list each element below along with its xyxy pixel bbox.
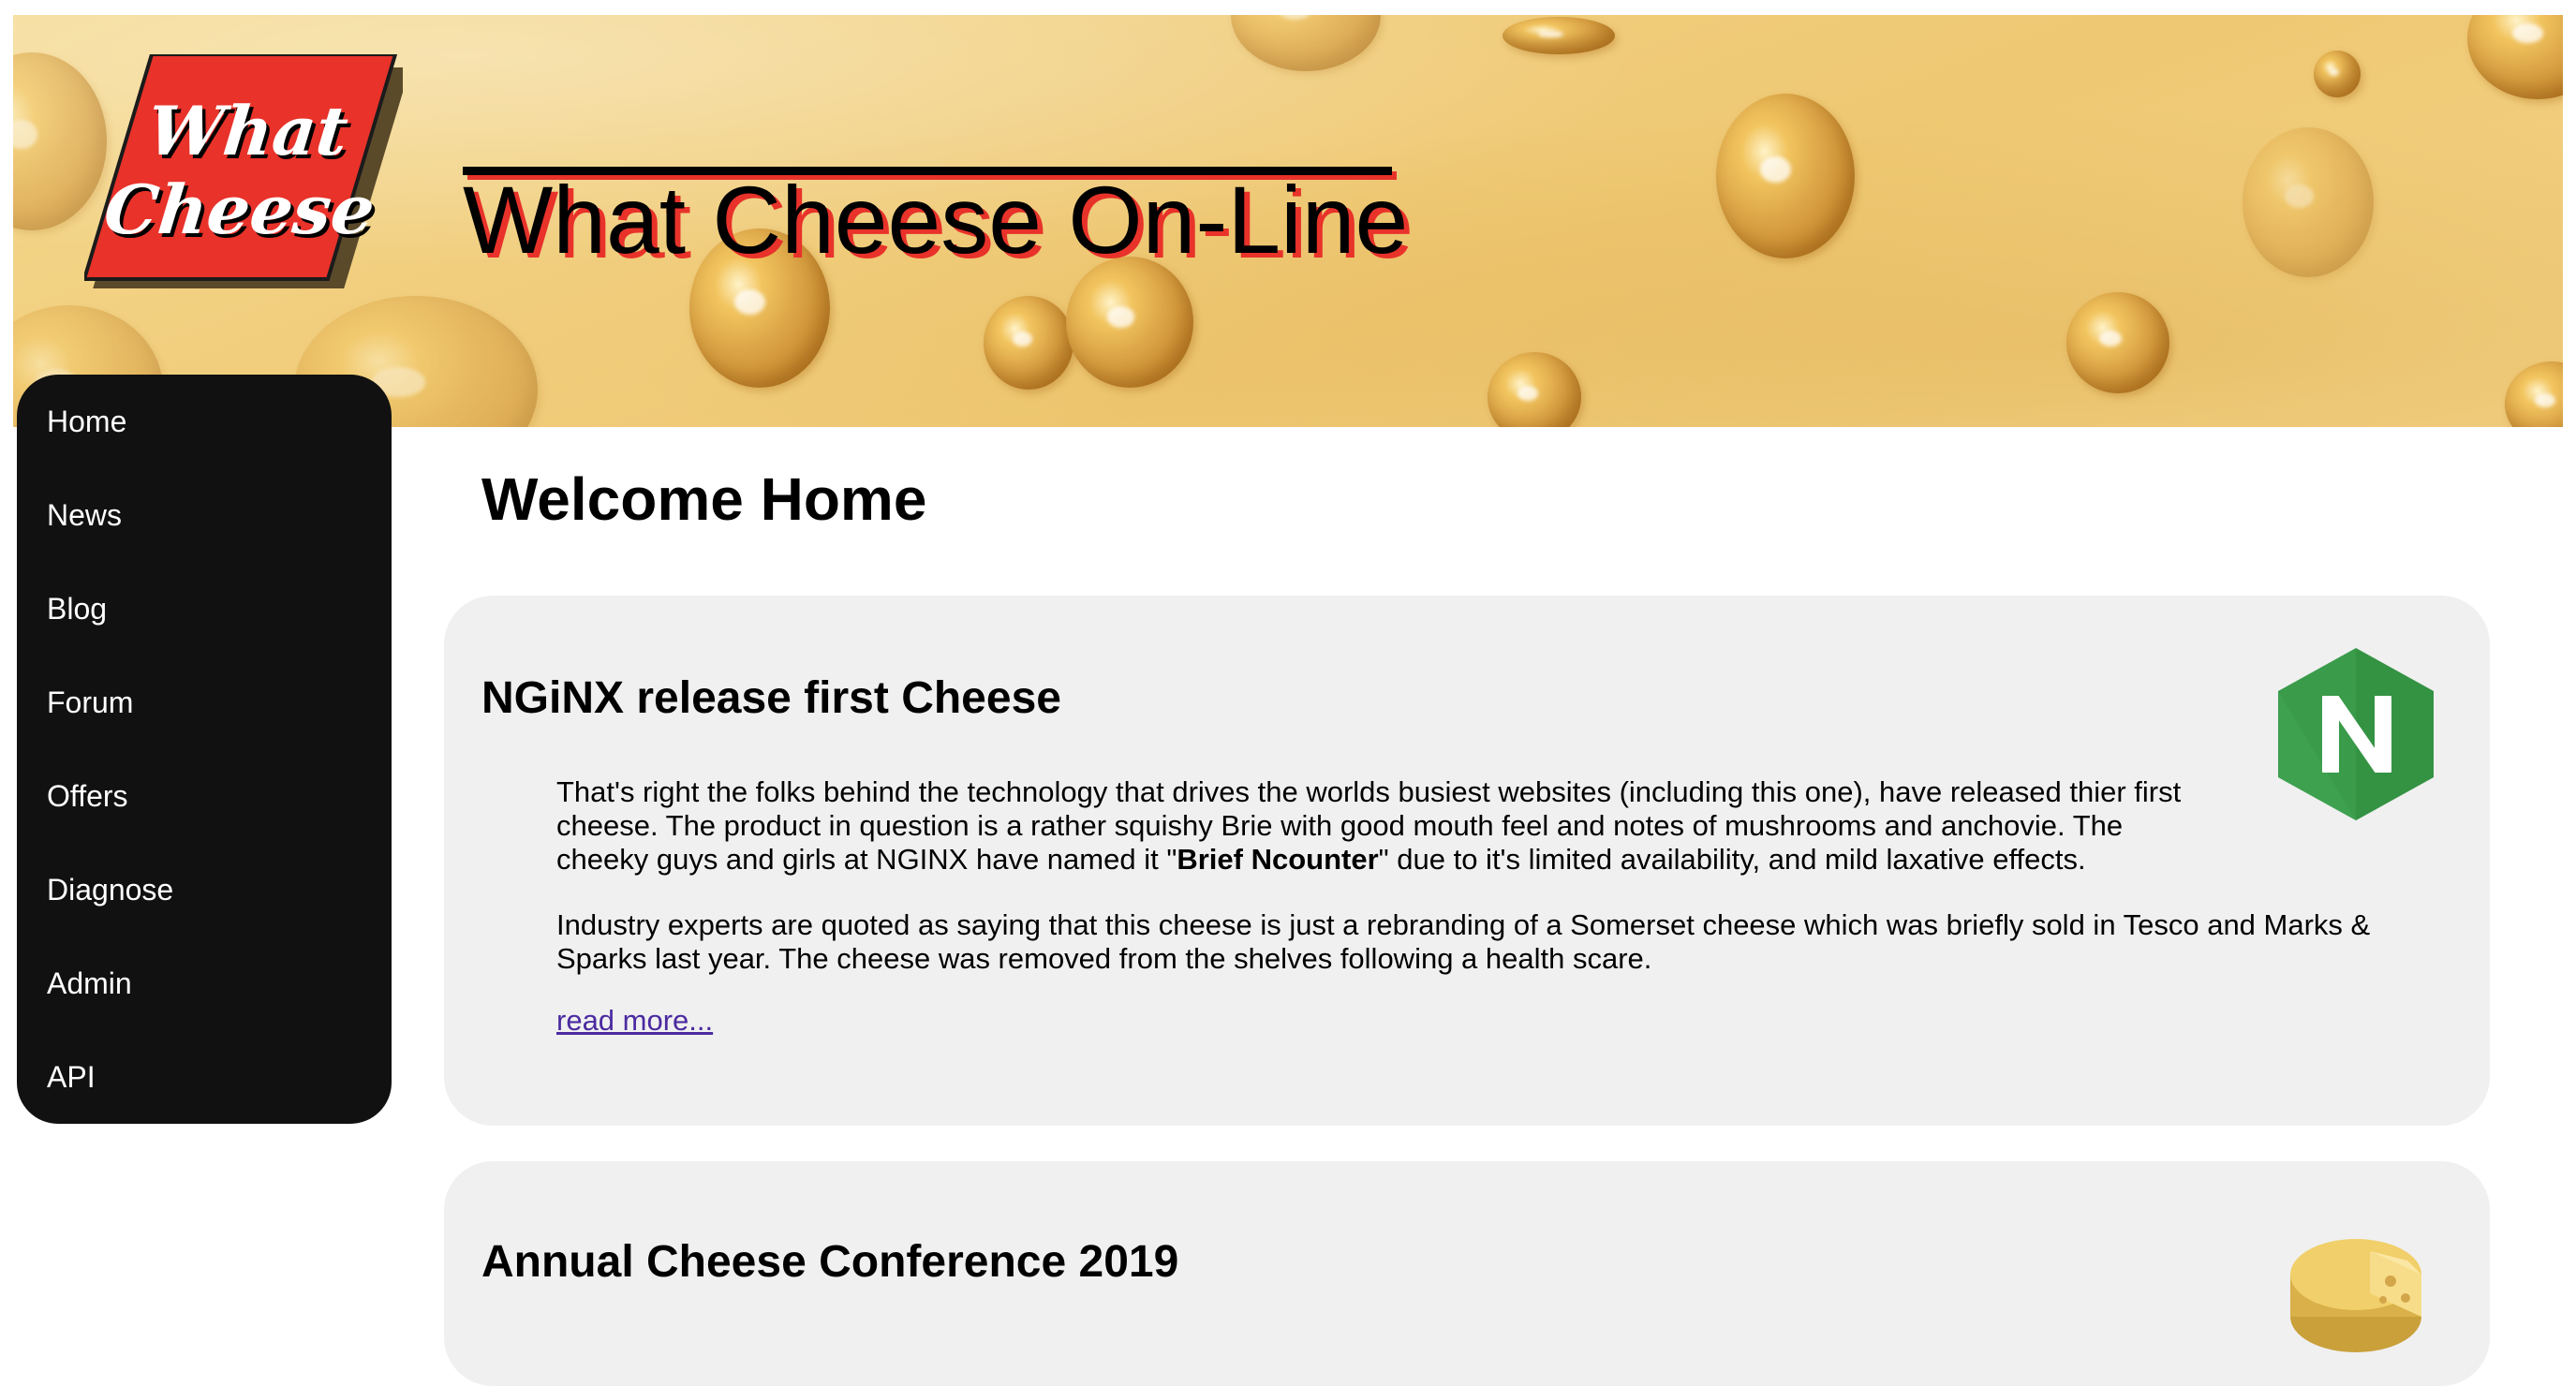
sidebar-item-forum[interactable]: Forum [17, 656, 392, 749]
sidebar-item-offers[interactable]: Offers [17, 749, 392, 843]
logo-line-1: What [143, 91, 352, 170]
cheese-hole [2314, 51, 2361, 97]
cheese-hole [2505, 361, 2563, 427]
cheese-hole [1066, 257, 1193, 388]
cheese-hole [1231, 15, 1381, 71]
cheese-hole [2066, 292, 2169, 393]
article-card: Annual Cheese Conference 2019 [444, 1161, 2490, 1386]
cheese-hole [2467, 15, 2563, 99]
article-paragraph: Industry experts are quoted as saying th… [556, 908, 2371, 975]
cheese-hole [1716, 94, 1855, 258]
cheese-hole [984, 296, 1073, 390]
logo[interactable]: What Cheese [84, 54, 403, 288]
cheese-hole [2243, 127, 2374, 277]
logo-text: What Cheese [76, 91, 411, 249]
sidebar-item-diagnose[interactable]: Diagnose [17, 843, 392, 936]
sidebar-item-api[interactable]: API [17, 1030, 392, 1124]
article-title: Annual Cheese Conference 2019 [481, 1237, 1179, 1287]
article-bold-text: Brief Ncounter [1177, 843, 1379, 876]
sidebar-nav: Home News Blog Forum Offers Diagnose Adm… [17, 375, 392, 1124]
sidebar-item-news[interactable]: News [17, 468, 392, 562]
cheese-wheel-icon [2290, 1239, 2421, 1352]
article-card: NGiNX release first Cheese That's right … [444, 596, 2490, 1126]
article-paragraph: That's right the folks behind the techno… [556, 775, 2186, 877]
sidebar-item-blog[interactable]: Blog [17, 562, 392, 656]
sidebar-item-home[interactable]: Home [17, 375, 392, 468]
cheese-hole [1488, 352, 1581, 427]
cheese-hole [1503, 17, 1615, 54]
read-more-link[interactable]: read more... [556, 1004, 713, 1038]
article-title: NGiNX release first Cheese [481, 673, 1061, 723]
article-text: " due to it's limited availability, and … [1378, 843, 2086, 876]
article-body: That's right the folks behind the techno… [556, 775, 2449, 1038]
site-title: What Cheese On-Line [463, 167, 1409, 273]
logo-line-2: Cheese [100, 170, 378, 249]
page-title: Welcome Home [481, 465, 927, 533]
sidebar-item-admin[interactable]: Admin [17, 936, 392, 1030]
